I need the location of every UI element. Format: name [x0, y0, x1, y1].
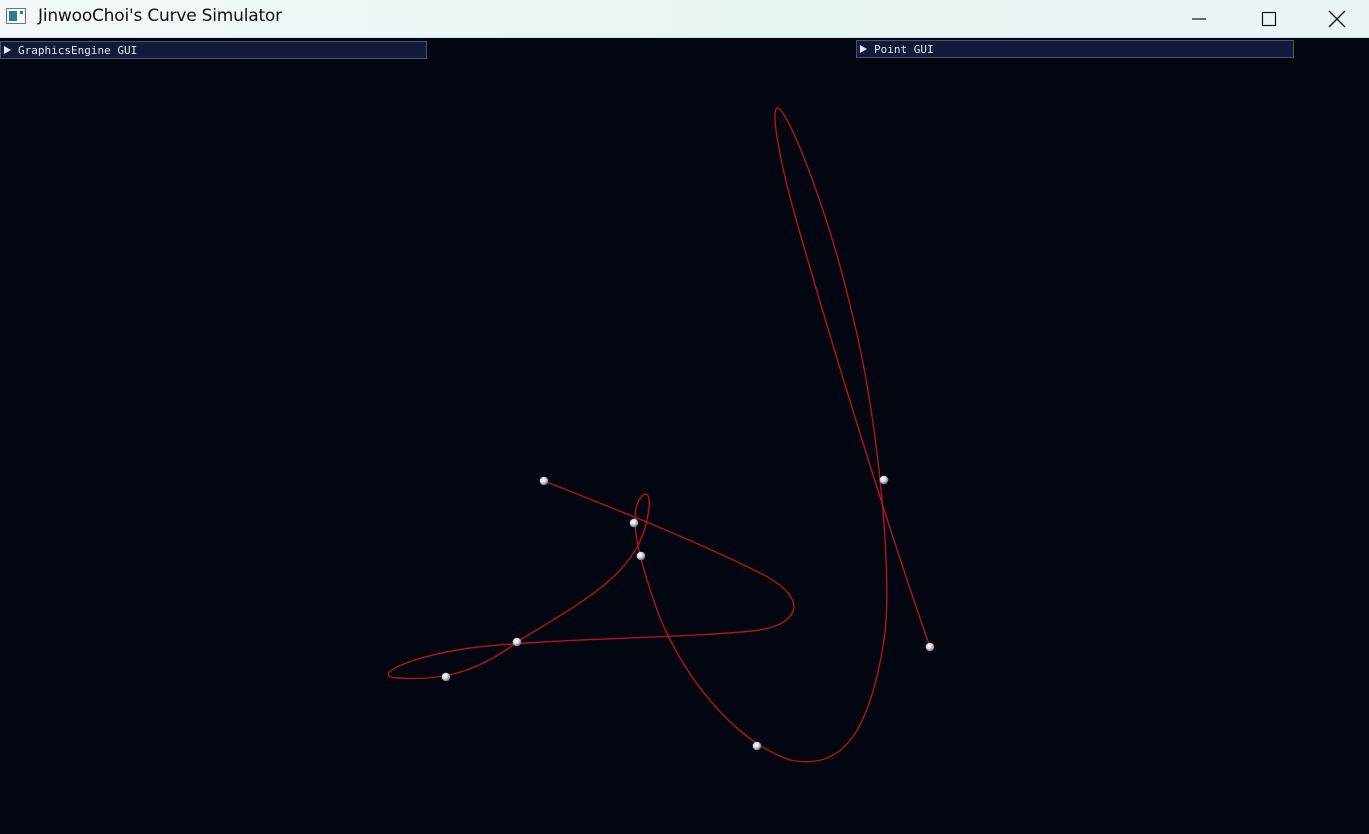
- app-window-icon: [6, 8, 26, 24]
- minimize-button[interactable]: [1164, 0, 1234, 38]
- triangle-right-icon: [860, 45, 867, 53]
- control-points: [441, 475, 935, 751]
- control-point[interactable]: [925, 642, 935, 652]
- point-gui-panel[interactable]: Point GUI: [856, 40, 1294, 58]
- control-point[interactable]: [441, 672, 451, 682]
- window-title: JinwooChoi's Curve Simulator: [38, 6, 282, 26]
- control-point[interactable]: [636, 551, 646, 561]
- curve-path: [387, 107, 931, 763]
- control-point[interactable]: [539, 476, 549, 486]
- control-point[interactable]: [879, 475, 889, 485]
- control-point[interactable]: [629, 518, 639, 528]
- close-icon: [1328, 10, 1345, 28]
- graphics-engine-gui-label: GraphicsEngine GUI: [18, 43, 138, 57]
- point-gui-label: Point GUI: [874, 42, 934, 56]
- maximize-button[interactable]: [1234, 0, 1304, 38]
- curve-canvas[interactable]: [0, 38, 1369, 834]
- control-point[interactable]: [752, 741, 762, 751]
- control-point[interactable]: [512, 637, 522, 647]
- render-viewport[interactable]: GraphicsEngine GUI Point GUI: [0, 38, 1369, 834]
- close-button[interactable]: [1304, 0, 1369, 38]
- triangle-right-icon: [4, 46, 11, 54]
- maximize-icon: [1261, 11, 1277, 27]
- title-bar[interactable]: JinwooChoi's Curve Simulator: [0, 0, 1369, 38]
- graphics-engine-gui-panel[interactable]: GraphicsEngine GUI: [0, 41, 427, 59]
- minimize-icon: [1192, 18, 1206, 20]
